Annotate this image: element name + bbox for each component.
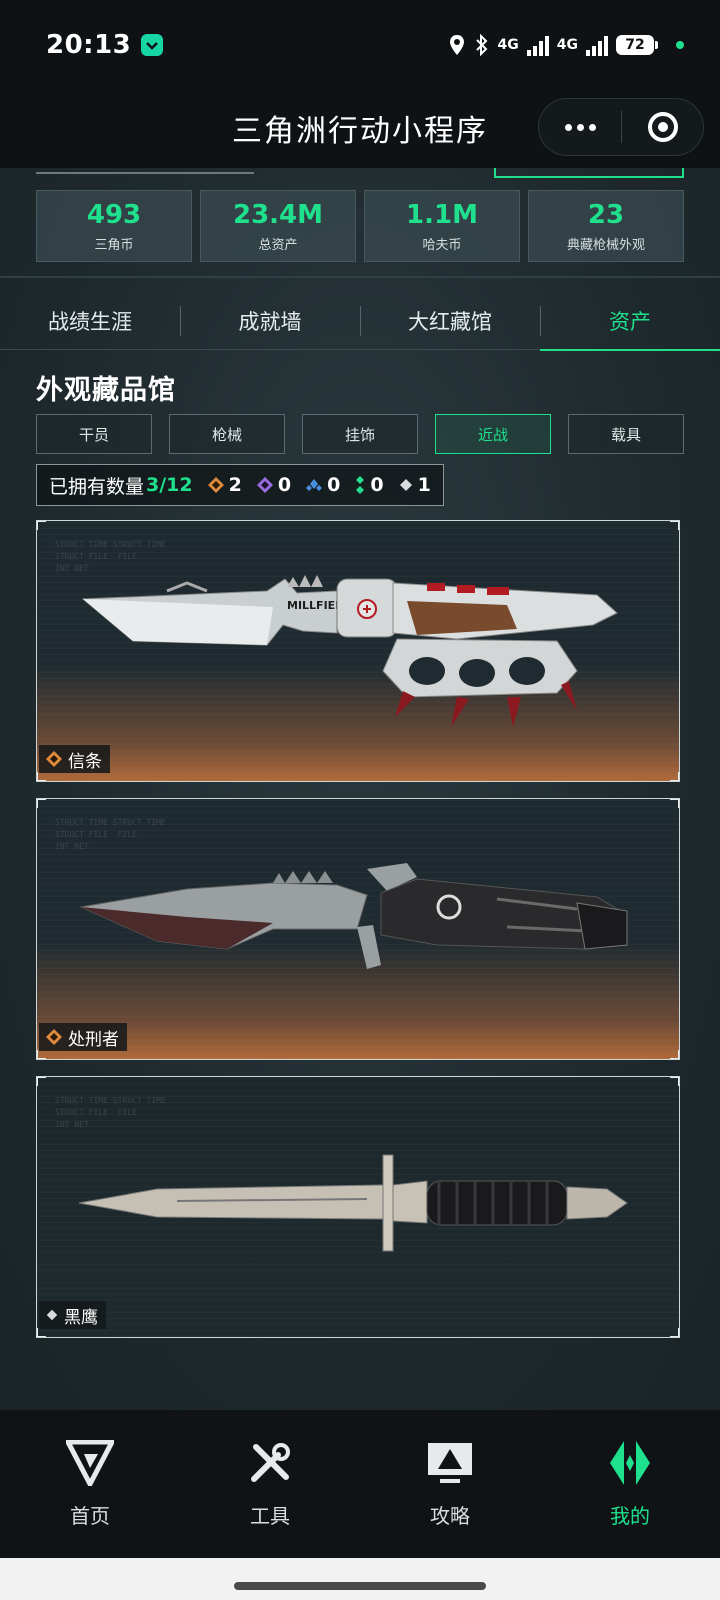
guide-icon (425, 1438, 475, 1488)
app-notification-icon (141, 34, 164, 56)
item-name-tag: 黑鹰 (39, 1301, 106, 1329)
more-dot-icon (564, 123, 572, 131)
status-bar: 20:13 4G 4G 72 (0, 0, 720, 90)
signal-icon (526, 34, 549, 56)
rarity-white-icon (399, 479, 412, 491)
item-name-tag: 处刑者 (39, 1023, 127, 1051)
nav-label: 我的 (610, 1504, 650, 1528)
collection-item[interactable]: STRUCT TIME STRUCT TIME STRUCT FILE FILE… (36, 520, 680, 782)
rarity-count: 0 (370, 474, 384, 496)
rarity-gold-icon (207, 477, 224, 493)
privacy-indicator (676, 41, 684, 49)
stat-label: 总资产 (258, 237, 298, 253)
main-content[interactable]: 493 三角币 23.4M 总资产 1.1M 哈夫币 23 典藏枪械外观 战绩生… (0, 168, 720, 1410)
rarity-gold-count: 2 (207, 474, 242, 496)
item-name-tag: 信条 (39, 745, 110, 773)
stat-card-total-assets: 23.4M 总资产 (200, 190, 356, 262)
rarity-green-count: 0 (354, 474, 384, 496)
signal-icon-2 (586, 34, 608, 56)
rarity-count: 0 (277, 474, 292, 496)
more-dot-icon (576, 123, 584, 131)
category-charms[interactable]: 挂饰 (302, 414, 418, 454)
network-type-2: 4G (556, 37, 578, 53)
location-icon (449, 35, 464, 55)
rarity-blue-count: 0 (305, 474, 340, 496)
category-filter: 干员 枪械 挂饰 近战 载具 (36, 414, 684, 454)
profile-logo-icon (605, 1438, 655, 1488)
rarity-purple-icon (256, 477, 273, 493)
category-vehicles[interactable]: 载具 (568, 414, 684, 454)
home-indicator[interactable] (234, 1582, 486, 1590)
stat-label: 哈夫币 (422, 237, 462, 253)
rarity-white-icon (46, 1309, 58, 1321)
rarity-gold-icon (46, 1029, 62, 1045)
owned-count: 3/12 (146, 474, 193, 496)
home-logo-icon (65, 1438, 115, 1488)
tools-icon (245, 1438, 295, 1488)
stat-value: 493 (86, 199, 142, 230)
nav-home[interactable]: 首页 (0, 1410, 180, 1558)
rarity-purple-count: 0 (256, 474, 291, 496)
item-name: 信条 (68, 751, 102, 772)
battery-icon: 72 (616, 35, 658, 55)
stat-label: 三角币 (94, 237, 134, 253)
nav-guide[interactable]: 攻略 (360, 1410, 540, 1558)
stats-row: 493 三角币 23.4M 总资产 1.1M 哈夫币 23 典藏枪械外观 (36, 190, 684, 262)
nav-label: 首页 (70, 1504, 110, 1528)
category-guns[interactable]: 枪械 (169, 414, 285, 454)
nav-tools[interactable]: 工具 (180, 1410, 360, 1558)
tab-red-collection[interactable]: 大红藏馆 (360, 292, 540, 350)
tab-career[interactable]: 战绩生涯 (0, 292, 180, 350)
collection-item[interactable]: STRUCT TIME STRUCT TIME STRUCT FILE FILE… (36, 798, 680, 1060)
rarity-white-count: 1 (398, 474, 431, 496)
bottom-tab-bar: 首页 工具 攻略 我的 (0, 1410, 720, 1558)
more-dot-icon (588, 123, 596, 131)
nav-label: 攻略 (430, 1504, 470, 1528)
rarity-gold-icon (46, 751, 62, 767)
system-nav-area (0, 1558, 720, 1600)
category-melee[interactable]: 近战 (435, 414, 551, 454)
rarity-count: 1 (417, 474, 431, 496)
rarity-count: 2 (228, 474, 242, 496)
rarity-blue-icon (306, 479, 323, 491)
category-operators[interactable]: 干员 (36, 414, 152, 454)
nav-label: 工具 (250, 1504, 290, 1528)
battery-level: 72 (616, 35, 654, 55)
stat-label: 典藏枪械外观 (566, 237, 645, 253)
clock: 20:13 (46, 30, 132, 60)
knife-artwork: MILLFIELD (81, 575, 618, 727)
stat-card-haf-coin: 1.1M 哈夫币 (364, 190, 520, 262)
capsule-menu (538, 98, 704, 156)
collection-item[interactable]: STRUCT TIME STRUCT TIME STRUCT FILE FILE… (36, 1076, 680, 1338)
decorative-line (494, 168, 684, 178)
stat-value: 23 (587, 199, 625, 230)
rarity-green-icon (356, 476, 365, 494)
owned-label: 已拥有数量 (49, 475, 145, 498)
more-button[interactable] (539, 99, 621, 155)
nav-profile[interactable]: 我的 (540, 1410, 720, 1558)
decorative-line (36, 168, 254, 174)
stat-card-weapon-skins: 23 典藏枪械外观 (528, 190, 684, 262)
divider (0, 276, 720, 278)
rarity-count: 0 (327, 474, 341, 496)
item-name: 处刑者 (68, 1029, 119, 1050)
item-name: 黑鹰 (64, 1307, 98, 1328)
section-title: 外观藏品馆 (36, 375, 176, 406)
stat-value: 1.1M (406, 199, 478, 230)
close-circle-icon (647, 112, 678, 142)
tab-assets[interactable]: 资产 (540, 292, 720, 351)
owned-summary: 已拥有数量 3/12 2 0 0 0 1 (36, 464, 444, 506)
tab-achievements[interactable]: 成就墙 (180, 292, 360, 350)
knife-artwork (79, 863, 628, 969)
bluetooth-icon (475, 34, 487, 56)
stat-card-delta-coin: 493 三角币 (36, 190, 192, 262)
profile-tabs: 战绩生涯 成就墙 大红藏馆 资产 (0, 292, 720, 351)
mini-program-header: 三角洲行动小程序 (0, 90, 720, 168)
network-type: 4G (497, 37, 519, 53)
stat-value: 23.4M (232, 199, 324, 230)
knife-artwork (78, 1154, 628, 1252)
close-button[interactable] (622, 99, 703, 155)
